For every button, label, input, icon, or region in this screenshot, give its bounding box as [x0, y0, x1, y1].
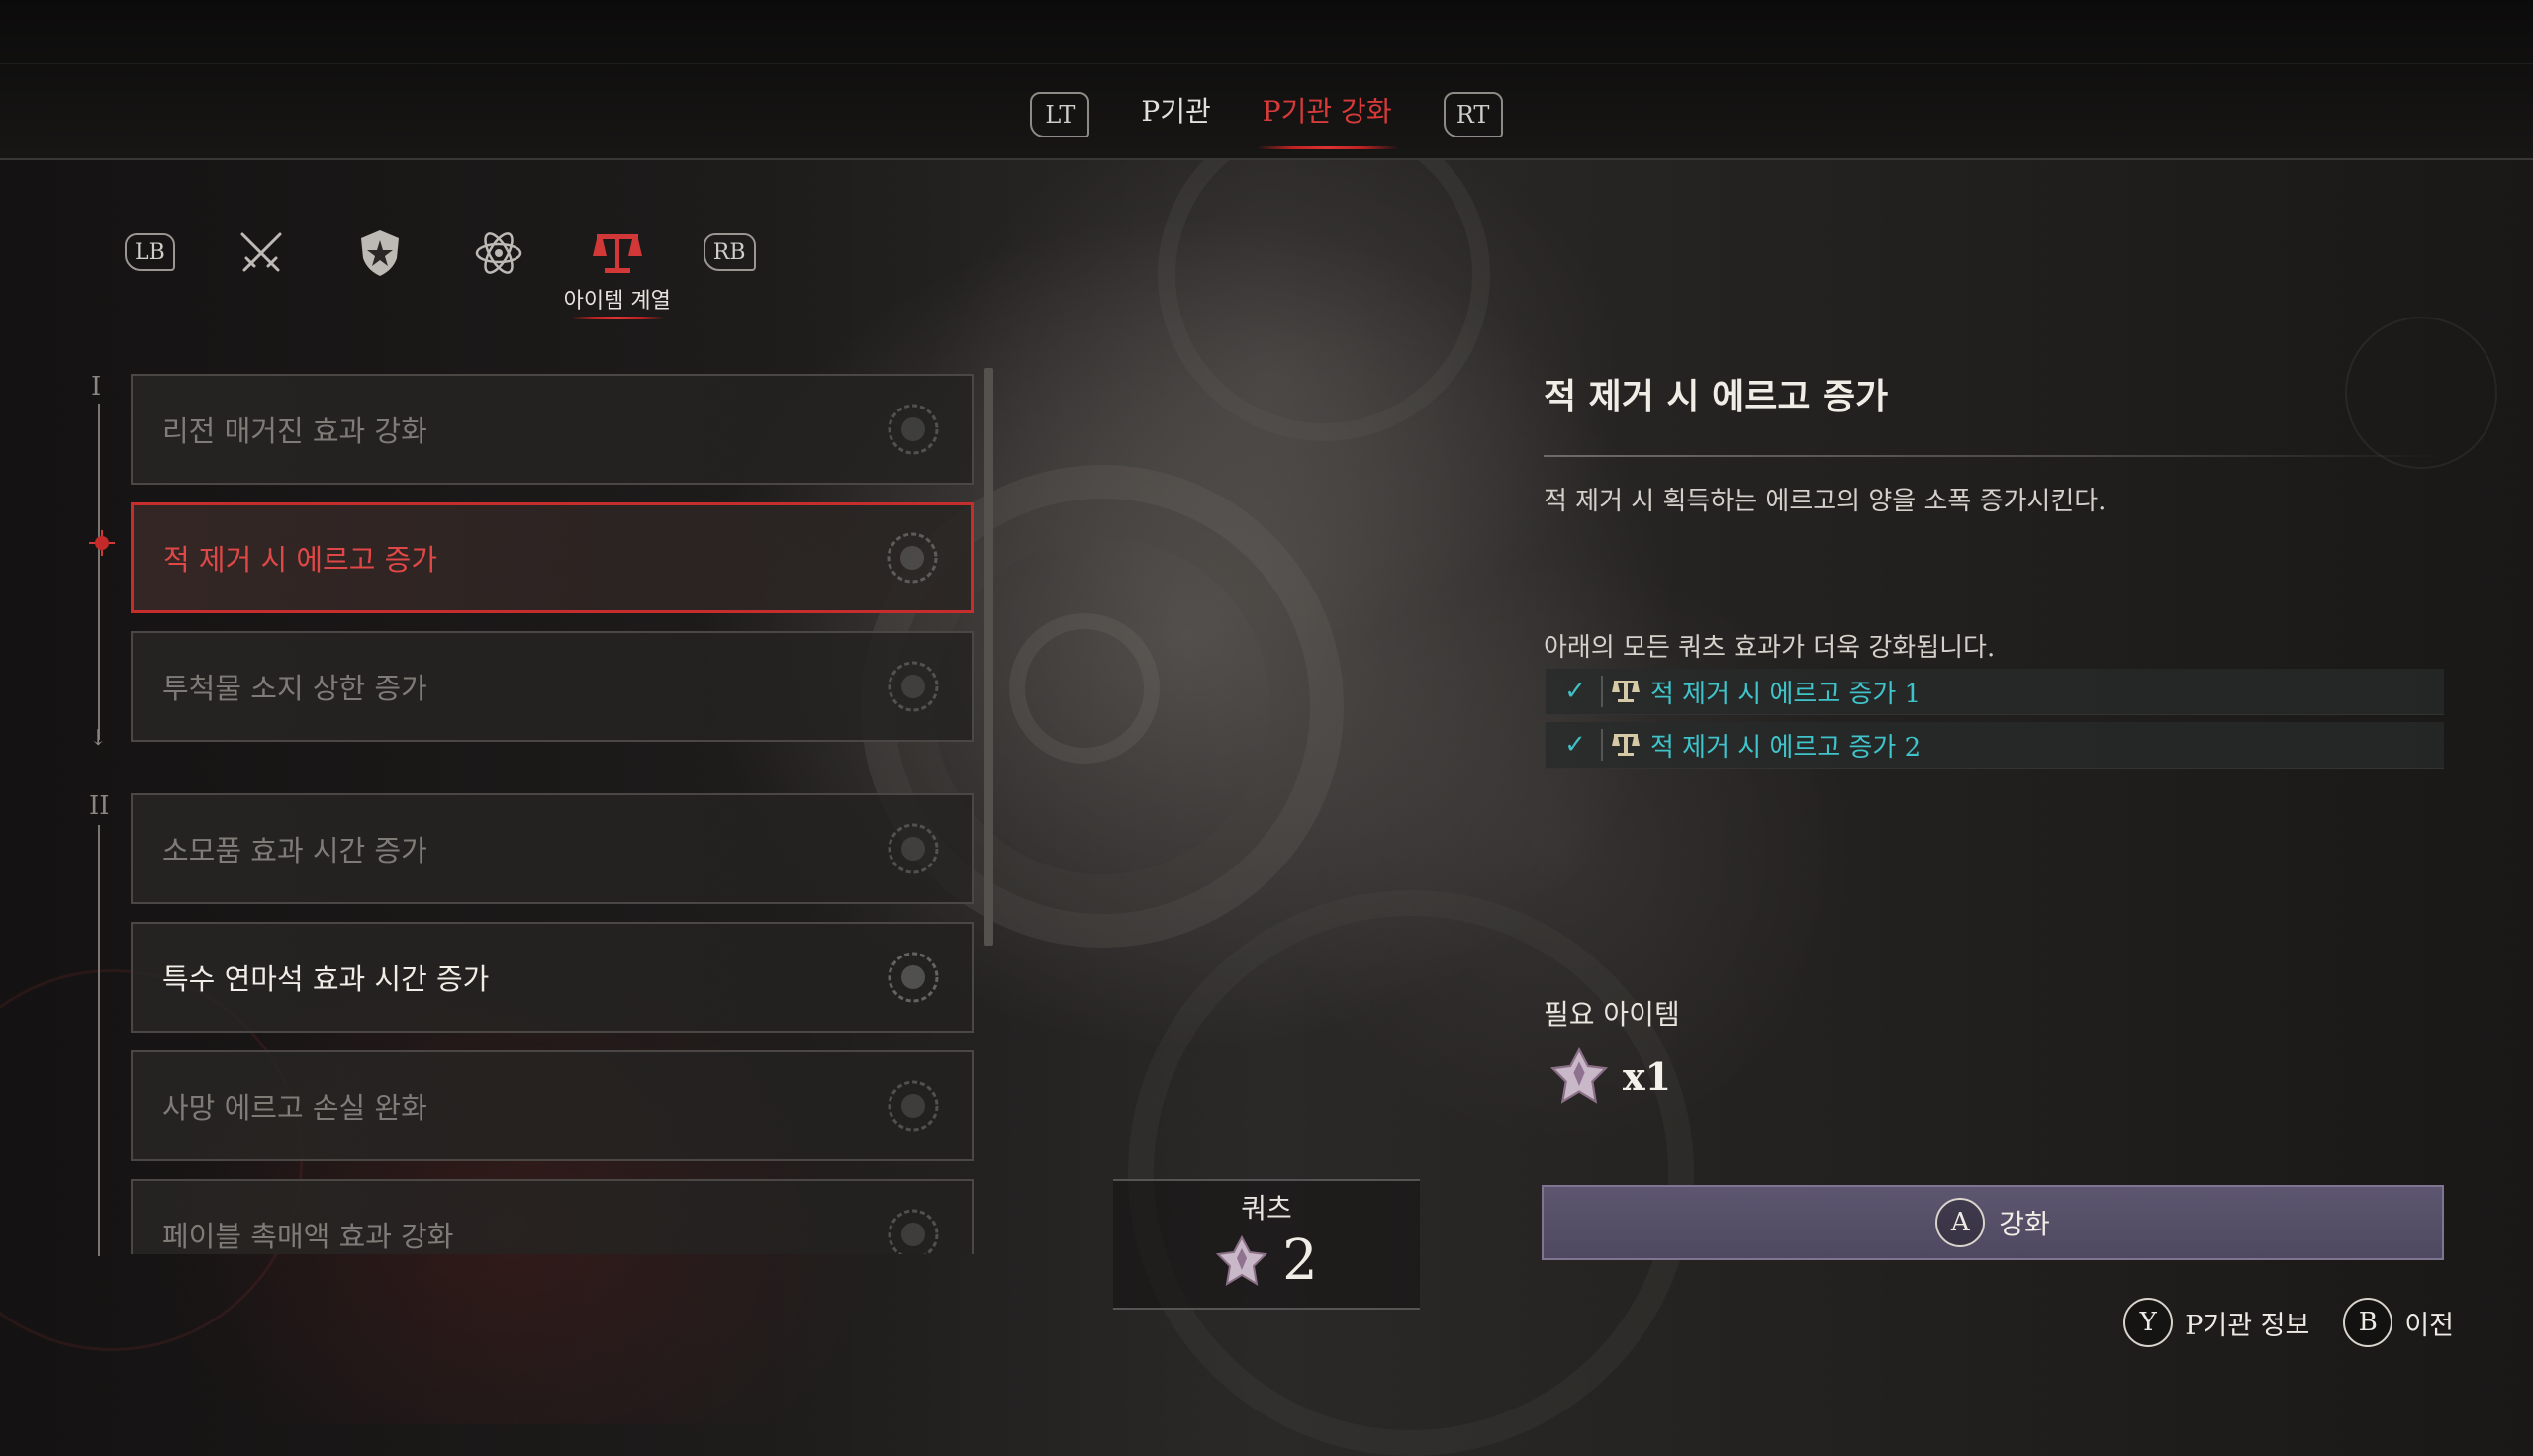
check-icon: ✓	[1564, 730, 1586, 760]
quartz-icon	[1549, 1046, 1609, 1104]
info-button[interactable]: Y P기관 정보	[2123, 1298, 2309, 1347]
divider	[1601, 729, 1603, 761]
tier-label: II	[89, 791, 110, 821]
back-label: 이전	[2404, 1310, 2454, 1341]
list-item[interactable]: 특수 연마석 효과 시간 증가	[131, 922, 974, 1033]
tier-line	[98, 404, 100, 740]
required-item: x1	[1549, 1046, 1671, 1106]
upgrade-list[interactable]: 리전 매거진 효과 강화 적 제거 시 에르고 증가 투척물 소지 상한 증가 …	[131, 370, 978, 1254]
required-quantity: x1	[1623, 1053, 1672, 1099]
check-icon: ✓	[1564, 677, 1586, 706]
b-button-icon: B	[2343, 1298, 2393, 1347]
list-item-label: 페이블 촉매액 효과 강화	[162, 1220, 454, 1253]
background-gear	[1128, 890, 1694, 1456]
list-item[interactable]: 사망 에르고 손실 완화	[131, 1050, 974, 1161]
lb-button[interactable]: LB	[125, 233, 175, 271]
lt-button[interactable]: LT	[1030, 92, 1090, 137]
top-tabs: LT P기관 P기관 강화 RT	[0, 87, 2533, 149]
list-item[interactable]: 소모품 효과 시간 증가	[131, 793, 974, 904]
info-label: P기관 정보	[2185, 1310, 2310, 1341]
quartz-title: 쿼츠	[1241, 1192, 1292, 1225]
back-button[interactable]: B 이전	[2343, 1298, 2454, 1347]
gear-emblem-icon	[888, 952, 939, 1003]
list-item[interactable]: 리전 매거진 효과 강화	[131, 374, 974, 485]
quartz-icon	[1216, 1234, 1268, 1286]
effect-label: 적 제거 시 에르고 증가 1	[1650, 679, 1922, 709]
required-items-title: 필요 아이템	[1544, 998, 1680, 1031]
button-prompts: Y P기관 정보 B 이전	[2123, 1298, 2454, 1347]
divider	[1601, 676, 1603, 707]
tier-label: I	[91, 372, 102, 402]
list-item-label: 특수 연마석 효과 시간 증가	[162, 962, 490, 996]
active-underline	[570, 317, 664, 319]
detail-title: 적 제거 시 에르고 증가	[1544, 376, 1889, 417]
crossed-swords-icon	[240, 232, 282, 272]
list-item-label: 소모품 효과 시간 증가	[162, 834, 427, 867]
effect-row: ✓ 적 제거 시 에르고 증가 2	[1546, 722, 2444, 769]
top-bar: LT P기관 P기관 강화 RT	[0, 0, 2533, 160]
quartz-count: 2	[1282, 1228, 1318, 1293]
shield-emblem-icon	[360, 230, 399, 276]
list-item-selected[interactable]: 적 제거 시 에르고 증가	[131, 502, 974, 613]
scrollbar[interactable]	[984, 368, 993, 946]
gear-emblem-icon	[888, 1209, 939, 1254]
list-item[interactable]: 투척물 소지 상한 증가	[131, 631, 974, 742]
effect-label: 적 제거 시 에르고 증가 2	[1650, 732, 1922, 763]
gear-emblem-icon	[888, 1080, 939, 1132]
upgrade-button[interactable]: A 강화	[1542, 1185, 2444, 1260]
tab-p-organ-upgrade[interactable]: P기관 강화	[1256, 90, 1398, 149]
arrow-down-icon: ↓	[89, 726, 108, 751]
gear-emblem-icon	[887, 532, 938, 584]
gear-emblem-icon	[888, 404, 939, 455]
scales-icon	[1612, 681, 1640, 702]
category-defense[interactable]	[347, 224, 413, 283]
scales-icon	[592, 234, 642, 273]
list-item-label: 적 제거 시 에르고 증가	[163, 543, 437, 577]
divider	[1544, 455, 2446, 457]
category-item[interactable]: 아이템 계열	[564, 224, 671, 319]
category-ability[interactable]	[466, 224, 531, 283]
scales-icon	[1612, 734, 1640, 756]
rb-button[interactable]: RB	[703, 233, 756, 271]
enhance-note: 아래의 모든 쿼츠 효과가 더욱 강화됩니다.	[1544, 633, 1996, 663]
gear-emblem-icon	[888, 661, 939, 712]
tab-p-organ[interactable]: P기관	[1141, 90, 1210, 139]
gear-emblem-icon	[888, 823, 939, 874]
background-gear	[1009, 613, 1160, 764]
divider	[0, 63, 2533, 64]
selection-marker-icon	[89, 530, 115, 556]
quartz-row: 2	[1113, 1228, 1420, 1293]
rt-button[interactable]: RT	[1443, 92, 1503, 137]
a-button-icon: A	[1935, 1198, 1986, 1247]
tier-line	[98, 825, 100, 1256]
list-item[interactable]: 페이블 촉매액 효과 강화	[131, 1179, 974, 1254]
y-button-icon: Y	[2123, 1298, 2174, 1347]
list-item-label: 사망 에르고 손실 완화	[162, 1091, 427, 1125]
background-emblem	[2345, 317, 2497, 469]
category-weapon[interactable]	[229, 224, 294, 283]
quartz-counter: 쿼츠 2	[1113, 1179, 1420, 1310]
list-item-label: 투척물 소지 상한 증가	[162, 672, 427, 705]
upgrade-label: 강화	[1999, 1208, 2050, 1240]
category-tabs: LB 아이템 계열 RB	[125, 224, 756, 332]
list-item-label: 리전 매거진 효과 강화	[162, 414, 427, 448]
category-label: 아이템 계열	[563, 289, 671, 314]
detail-description: 적 제거 시 획득하는 에르고의 양을 소폭 증가시킨다.	[1544, 487, 2107, 516]
effect-row: ✓ 적 제거 시 에르고 증가 1	[1546, 669, 2444, 715]
atom-icon	[475, 232, 522, 274]
